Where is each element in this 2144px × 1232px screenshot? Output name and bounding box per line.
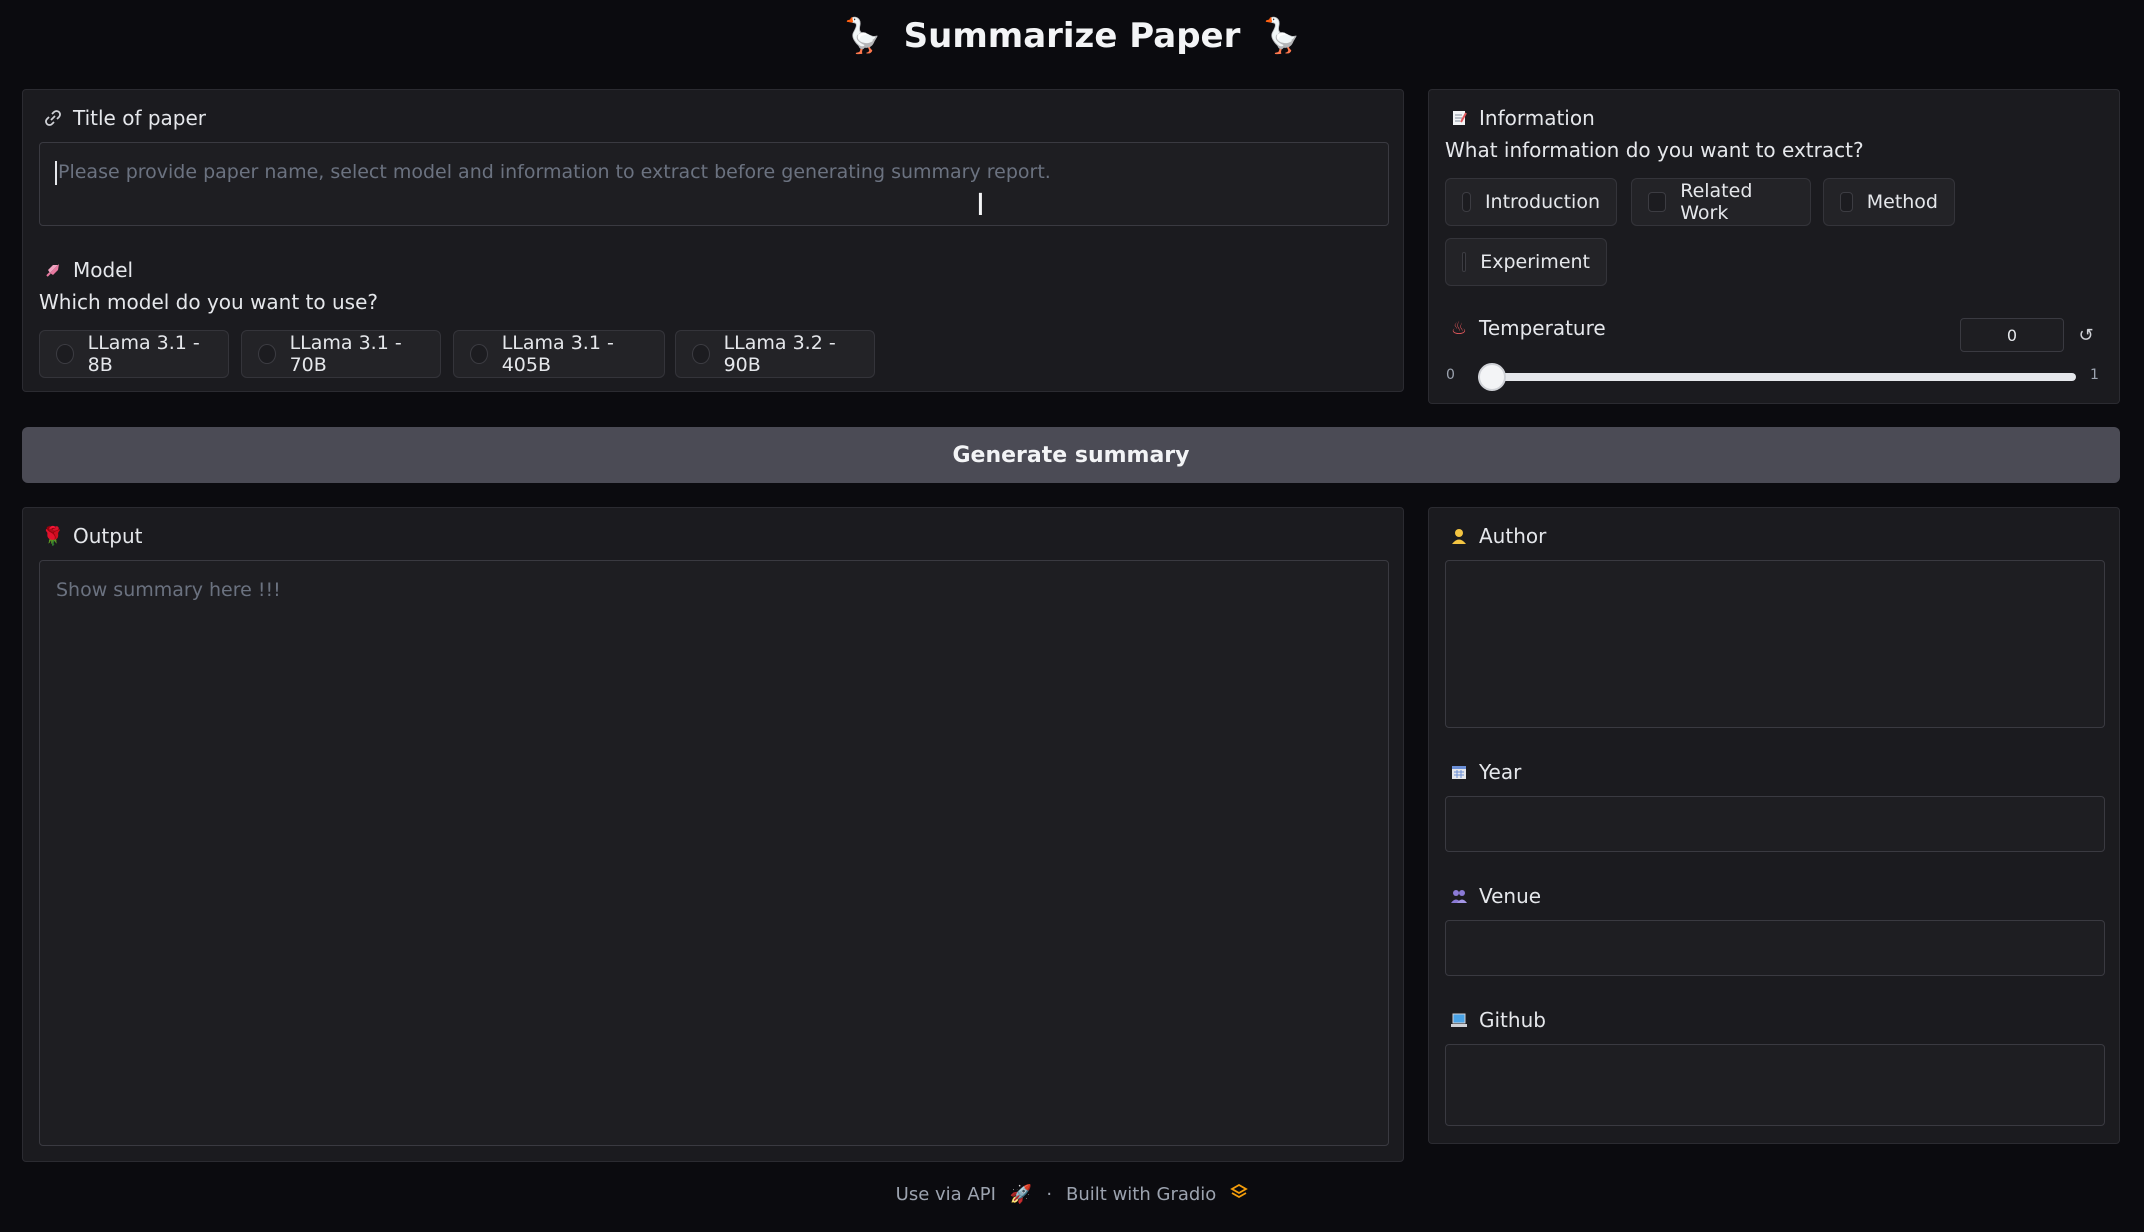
model-question: Which model do you want to use? xyxy=(39,290,379,314)
github-label: Github xyxy=(1479,1008,1546,1032)
temperature-label: Temperature xyxy=(1479,316,1606,340)
model-label: Model xyxy=(73,258,134,282)
model-option-label: LLama 3.1 - 8B xyxy=(87,332,200,376)
goose-icon-left: 🪿 xyxy=(841,16,884,56)
radio-button[interactable] xyxy=(56,344,74,364)
venue-field[interactable] xyxy=(1445,920,2105,976)
link-icon xyxy=(43,108,63,128)
checkbox[interactable] xyxy=(1462,252,1467,272)
checkbox[interactable] xyxy=(1462,192,1471,212)
generate-summary-button[interactable]: Generate summary xyxy=(22,427,2120,483)
footer-separator: · xyxy=(1046,1184,1053,1205)
goose-icon-right: 🪿 xyxy=(1260,16,1303,56)
temperature-label-row: ♨ Temperature xyxy=(1449,316,1606,340)
use-via-api-link[interactable]: Use via API xyxy=(896,1184,996,1205)
checkbox[interactable] xyxy=(1840,192,1853,212)
footer: Use via API 🚀 · Built with Gradio xyxy=(0,1183,2144,1206)
calendar-icon xyxy=(1449,762,1469,782)
paper-title-placeholder: Please provide paper name, select model … xyxy=(58,161,1051,183)
year-label-row: Year xyxy=(1449,760,1521,784)
venue-label-row: Venue xyxy=(1449,884,1541,908)
model-option-llama-3-1-8b[interactable]: LLama 3.1 - 8B xyxy=(39,330,229,378)
temperature-slider-thumb[interactable] xyxy=(1478,363,1506,391)
year-field[interactable] xyxy=(1445,796,2105,852)
information-question: What information do you want to extract? xyxy=(1445,138,1864,162)
paper-title-label: Title of paper xyxy=(73,106,207,130)
radio-button[interactable] xyxy=(470,344,488,364)
temperature-number-input[interactable]: 0 xyxy=(1960,318,2064,352)
memo-icon xyxy=(1449,108,1469,128)
rocket-icon xyxy=(43,260,63,280)
author-label: Author xyxy=(1479,524,1547,548)
page-title: Summarize Paper xyxy=(903,16,1241,56)
info-option-label: Method xyxy=(1866,191,1938,213)
year-label: Year xyxy=(1479,760,1522,784)
person-icon xyxy=(1449,526,1469,546)
info-option-introduction[interactable]: Introduction xyxy=(1445,178,1617,226)
rocket-icon: 🚀 xyxy=(1009,1184,1033,1205)
paper-title-input[interactable]: Please provide paper name, select model … xyxy=(39,142,1389,226)
github-field[interactable] xyxy=(1445,1044,2105,1126)
temperature-slider-track[interactable] xyxy=(1478,373,2076,381)
gradio-logo-icon xyxy=(1230,1183,1249,1206)
author-label-row: Author xyxy=(1449,524,1546,548)
information-label: Information xyxy=(1479,106,1595,130)
info-option-label: Related Work xyxy=(1680,180,1753,224)
github-label-row: Github xyxy=(1449,1008,1546,1032)
model-option-llama-3-1-70b[interactable]: LLama 3.1 - 70B xyxy=(241,330,441,378)
people-icon xyxy=(1449,886,1469,906)
output-placeholder: Show summary here !!! xyxy=(56,579,281,601)
built-with-gradio-link[interactable]: Built with Gradio xyxy=(1066,1184,1216,1205)
app-title-bar: 🪿 Summarize Paper 🪿 xyxy=(0,10,2144,62)
output-textarea[interactable]: Show summary here !!! xyxy=(39,560,1389,1146)
reset-icon[interactable]: ↺ xyxy=(2068,318,2104,352)
output-panel: 🌹 Output Show summary here !!! xyxy=(22,507,1404,1162)
model-option-llama-3-2-90b[interactable]: LLama 3.2 - 90B xyxy=(675,330,875,378)
info-option-related-work[interactable]: Related Work xyxy=(1631,178,1811,226)
radio-button[interactable] xyxy=(692,344,710,364)
model-option-label: LLama 3.2 - 90B xyxy=(723,332,836,376)
model-label-row: Model xyxy=(43,258,133,282)
checkbox[interactable] xyxy=(1648,192,1667,212)
text-cursor-icon: I xyxy=(976,188,985,223)
info-option-label: Introduction xyxy=(1484,191,1600,213)
slider-max-label: 1 xyxy=(2090,367,2099,383)
model-option-llama-3-1-405b[interactable]: LLama 3.1 - 405B xyxy=(453,330,665,378)
info-option-method[interactable]: Method xyxy=(1823,178,1955,226)
information-panel: Information What information do you want… xyxy=(1428,89,2120,404)
metadata-panel: Author Year Venue Github xyxy=(1428,507,2120,1144)
information-label-row: Information xyxy=(1449,106,1595,130)
text-caret xyxy=(55,161,57,185)
paper-title-label-row: Title of paper xyxy=(43,106,206,130)
info-option-experiment[interactable]: Experiment xyxy=(1445,238,1607,286)
venue-label: Venue xyxy=(1479,884,1542,908)
author-field[interactable] xyxy=(1445,560,2105,728)
paper-model-panel: Title of paper Please provide paper name… xyxy=(22,89,1404,392)
model-option-label: LLama 3.1 - 70B xyxy=(289,332,402,376)
hot-springs-icon: ♨ xyxy=(1450,317,1468,339)
radio-button[interactable] xyxy=(258,344,276,364)
model-option-label: LLama 3.1 - 405B xyxy=(501,332,614,376)
slider-min-label: 0 xyxy=(1446,367,1455,383)
output-label: Output xyxy=(73,524,143,548)
rose-icon: 🌹 xyxy=(41,525,65,547)
output-label-row: 🌹 Output xyxy=(41,524,143,548)
info-option-label: Experiment xyxy=(1480,251,1590,273)
laptop-icon xyxy=(1449,1010,1469,1030)
